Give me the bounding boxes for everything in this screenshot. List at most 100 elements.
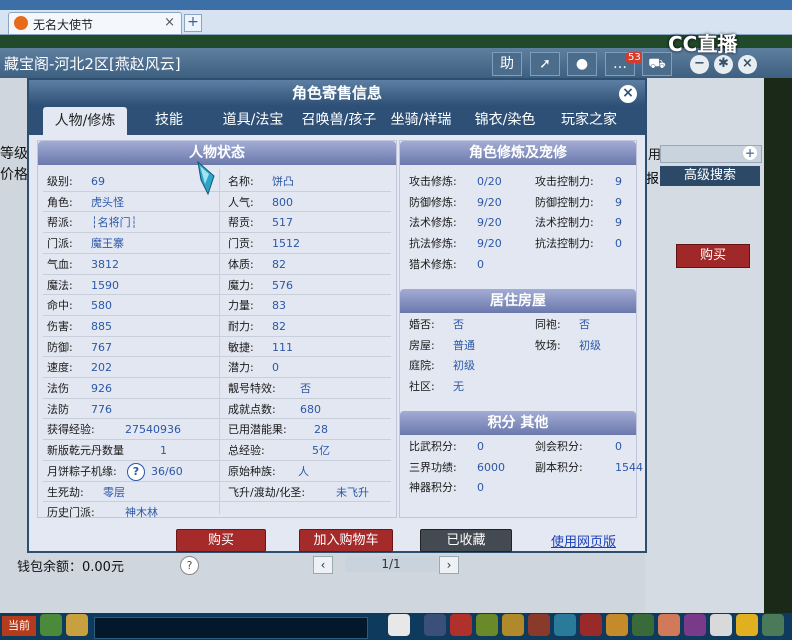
row-divider xyxy=(43,356,391,358)
row-divider xyxy=(43,377,391,378)
chat-input[interactable] xyxy=(94,617,368,639)
browser-tab[interactable]: 无名大使节 × xyxy=(8,12,182,34)
row-divider xyxy=(43,501,391,503)
stat-value: 767 xyxy=(91,340,112,354)
modal-close-icon[interactable]: × xyxy=(619,85,637,103)
stat-label: 防御修炼: xyxy=(409,195,457,209)
stat-value: 5亿 xyxy=(312,444,330,458)
tab-mounts[interactable]: 坐骑/祥瑞 xyxy=(383,106,459,134)
tab-skills[interactable]: 技能 xyxy=(136,106,202,134)
tab-close-icon[interactable]: × xyxy=(164,15,175,30)
help-question-icon[interactable]: ? xyxy=(180,556,199,575)
stat-row: 耐力: 82 xyxy=(228,316,393,337)
stat-label: 魔力: xyxy=(228,278,254,292)
row-divider xyxy=(43,190,391,192)
prev-page-button[interactable]: ‹ xyxy=(313,556,333,574)
stat-row: 防御修炼: 9/20 xyxy=(409,192,529,213)
minimize-icon[interactable]: − xyxy=(690,55,709,74)
stat-row: 牧场: 初级 xyxy=(535,335,635,356)
stop-icon[interactable]: ● xyxy=(567,52,597,76)
stat-label: 敏捷: xyxy=(228,340,254,354)
stat-value: 1 xyxy=(160,444,167,458)
stat-row: 月饼粽子机缘: 36/60? xyxy=(47,461,217,482)
advanced-search-button[interactable]: 高级搜索 xyxy=(660,166,760,186)
stat-row: 名称: 饼凸 xyxy=(228,171,393,192)
stat-label: 新版乾元丹数量 xyxy=(47,444,124,458)
help-button[interactable]: 助 xyxy=(492,52,522,76)
stat-label: 抗法修炼: xyxy=(409,237,457,251)
stat-label: 神器积分: xyxy=(409,481,457,495)
tab-pets[interactable]: 召唤兽/孩子 xyxy=(296,106,382,134)
stat-value: 初级 xyxy=(453,359,475,373)
stat-value: 9 xyxy=(615,216,622,230)
stat-label: 名称: xyxy=(228,175,254,188)
stat-value: 517 xyxy=(272,216,293,230)
stat-value: 0/20 xyxy=(477,175,502,188)
map-icon[interactable] xyxy=(762,614,784,636)
settings-icon[interactable]: ✱ xyxy=(714,55,733,74)
stat-value: 虎头怪 xyxy=(91,195,124,209)
tab-items[interactable]: 道具/法宝 xyxy=(210,106,296,134)
filter-label-price: 价格 xyxy=(0,167,28,183)
team-icon[interactable] xyxy=(502,614,524,636)
mail-icon[interactable] xyxy=(658,614,680,636)
row-divider xyxy=(43,294,391,296)
stat-label: 月饼粽子机缘: xyxy=(47,464,117,478)
guild-icon[interactable] xyxy=(580,614,602,636)
stat-value: 580 xyxy=(91,299,112,313)
emoji-icon[interactable] xyxy=(66,614,88,636)
stat-row: 剑会积分: 0 xyxy=(535,436,635,457)
weapon-icon[interactable] xyxy=(424,614,446,636)
page-info: 1/1 xyxy=(345,556,437,572)
notification-badge: 53 xyxy=(625,52,644,63)
activity-icon[interactable] xyxy=(684,614,706,636)
add-to-cart-button[interactable]: 加入购物车 xyxy=(299,529,393,552)
channel-current-button[interactable]: 当前 xyxy=(2,616,36,636)
stat-label: 社区: xyxy=(409,380,435,394)
pet-icon[interactable] xyxy=(388,614,410,636)
mic-icon[interactable] xyxy=(40,614,62,636)
row-divider xyxy=(43,211,391,213)
shop-icon[interactable] xyxy=(606,614,628,636)
favorited-button[interactable]: 已收藏 xyxy=(420,529,512,552)
stat-value: 否 xyxy=(579,318,590,331)
plus-icon[interactable]: + xyxy=(743,146,757,160)
share-icon[interactable]: ➚ xyxy=(530,52,560,76)
system-icon[interactable] xyxy=(710,614,732,636)
stat-row: 级别: 69 xyxy=(47,171,217,192)
stat-row: 总经验: 5亿 xyxy=(228,440,393,461)
background-buy-button[interactable]: 购买 xyxy=(676,244,750,268)
quest-icon[interactable] xyxy=(476,614,498,636)
next-page-button[interactable]: › xyxy=(439,556,459,574)
stat-row: 抗法修炼: 9/20 xyxy=(409,233,529,254)
smile-icon[interactable] xyxy=(736,614,758,636)
close-icon[interactable]: × xyxy=(738,55,757,74)
row-divider xyxy=(43,314,391,316)
stat-row: 社区: 无 xyxy=(409,376,529,397)
stat-row: 法术控制力: 9 xyxy=(535,212,635,233)
character-stats-header: 人物状态 xyxy=(38,141,396,165)
stat-value: 0 xyxy=(615,237,622,251)
tab-player-home[interactable]: 玩家之家 xyxy=(551,106,627,134)
filter-labels: 等级 价格 xyxy=(0,144,30,186)
skill-icon[interactable] xyxy=(554,614,576,636)
tab-outfits[interactable]: 锦衣/染色 xyxy=(465,106,545,134)
buy-button[interactable]: 购买 xyxy=(176,529,266,552)
gift-icon[interactable] xyxy=(528,614,550,636)
bag-icon[interactable] xyxy=(450,614,472,636)
stat-label: 门贡: xyxy=(228,237,254,251)
stat-label: 比武积分: xyxy=(409,440,457,453)
help-question-icon[interactable]: ? xyxy=(127,462,145,481)
stat-row: 速度: 202 xyxy=(47,357,217,378)
web-version-link[interactable]: 使用网页版 xyxy=(551,531,616,550)
stat-value: 926 xyxy=(91,382,112,395)
friend-icon[interactable] xyxy=(632,614,654,636)
window-title: 藏宝阁-河北2区[燕赵风云] xyxy=(4,55,181,73)
stat-label: 法术修炼: xyxy=(409,216,457,230)
stat-value: 111 xyxy=(272,340,293,354)
stat-label: 抗法控制力: xyxy=(535,237,594,251)
stat-row: 同袍: 否 xyxy=(535,314,635,335)
new-tab-button[interactable]: + xyxy=(184,14,202,32)
tab-character[interactable]: 人物/修炼 xyxy=(43,107,127,135)
stat-row: 房屋: 普通 xyxy=(409,335,529,356)
